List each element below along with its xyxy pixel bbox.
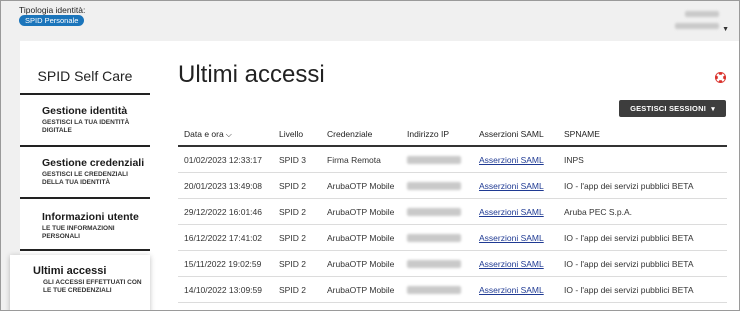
- ip-redacted: [407, 286, 461, 294]
- user-menu[interactable]: ▼: [671, 9, 729, 35]
- table-row: 16/12/2022 17:41:02 SPID 2 ArubaOTP Mobi…: [178, 225, 727, 251]
- user-name-redacted: [685, 11, 719, 17]
- sidebar-item-label: Ultimi accessi: [33, 265, 107, 277]
- cell-date: 20/01/2023 13:49:08: [184, 181, 262, 191]
- column-header-saml: Asserzioni SAML: [479, 129, 544, 139]
- chevron-down-icon[interactable]: ▼: [722, 26, 729, 33]
- ip-redacted: [407, 208, 461, 216]
- table-row: 15/11/2022 19:02:59 SPID 2 ArubaOTP Mobi…: [178, 251, 727, 277]
- cell-date: 29/12/2022 16:01:46: [184, 207, 262, 217]
- cell-level: SPID 2: [279, 285, 306, 295]
- column-header-level: Livello: [279, 129, 304, 139]
- cell-level: SPID 2: [279, 233, 306, 243]
- table-row: 20/01/2023 13:49:08 SPID 2 ArubaOTP Mobi…: [178, 173, 727, 199]
- cell-date: 15/11/2022 19:02:59: [184, 259, 262, 269]
- column-header-spname: SPNAME: [564, 129, 600, 139]
- column-header-date[interactable]: Data e ora ⌵: [184, 121, 232, 148]
- table-row: 29/12/2022 16:01:46 SPID 2 ArubaOTP Mobi…: [178, 199, 727, 225]
- sidebar-item-desc: GESTISCI LE CREDENZIALI DELLA TUA IDENTI…: [42, 171, 128, 186]
- app-frame: Tipologia identità: SPID Personale ▼ SPI…: [0, 0, 740, 311]
- help-lifebuoy-icon[interactable]: [714, 71, 727, 84]
- sidebar-item-desc: LE TUE INFORMAZIONI PERSONALI: [42, 225, 115, 240]
- content-panel: SPID Self Care Gestione identità GESTISC…: [10, 41, 739, 310]
- cell-level: SPID 3: [279, 155, 306, 165]
- sidebar-item-gestione-identita[interactable]: Gestione identità GESTISCI LA TUA IDENTI…: [20, 95, 150, 147]
- cell-credential: ArubaOTP Mobile: [327, 285, 395, 295]
- sidebar-item-ultimi-accessi[interactable]: Ultimi accessi GLI ACCESSI EFFETTUATI CO…: [10, 255, 150, 310]
- column-header-credential: Credenziale: [327, 129, 373, 139]
- cell-level: SPID 2: [279, 259, 306, 269]
- chevron-down-icon: ▾: [711, 106, 715, 113]
- main-content: Ultimi accessi GESTISCI SESSIONI ▾ Data …: [178, 41, 739, 310]
- gestisci-sessioni-button[interactable]: GESTISCI SESSIONI ▾: [619, 100, 726, 117]
- cell-credential: ArubaOTP Mobile: [327, 233, 395, 243]
- gestisci-sessioni-label: GESTISCI SESSIONI: [630, 104, 706, 113]
- cell-date: 14/10/2022 13:09:59: [184, 285, 262, 295]
- table-row: 01/02/2023 12:33:17 SPID 3 Firma Remota …: [178, 147, 727, 173]
- cell-level: SPID 2: [279, 207, 306, 217]
- cell-credential: ArubaOTP Mobile: [327, 181, 395, 191]
- cell-spname: Aruba PEC S.p.A.: [564, 207, 633, 217]
- cell-spname: IO - l'app dei servizi pubblici BETA: [564, 285, 694, 295]
- top-bar: Tipologia identità: SPID Personale ▼: [1, 1, 739, 41]
- sidebar: SPID Self Care Gestione identità GESTISC…: [10, 41, 150, 310]
- sidebar-item-desc: GLI ACCESSI EFFETTUATI CON LE TUE CREDEN…: [43, 279, 142, 294]
- table-row: 14/10/2022 13:09:59 SPID 2 ArubaOTP Mobi…: [178, 277, 727, 303]
- ip-redacted: [407, 234, 461, 242]
- ip-redacted: [407, 156, 461, 164]
- saml-assertions-link[interactable]: Asserzioni SAML: [479, 199, 544, 225]
- access-log-table: Data e ora ⌵ Livello Credenziale Indirizz…: [178, 121, 727, 303]
- column-header-ip: Indirizzo IP: [407, 129, 450, 139]
- ip-redacted: [407, 260, 461, 268]
- cell-level: SPID 2: [279, 181, 306, 191]
- cell-date: 01/02/2023 12:33:17: [184, 155, 262, 165]
- column-header-label: Data e ora: [184, 129, 224, 139]
- cell-spname: IO - l'app dei servizi pubblici BETA: [564, 259, 694, 269]
- sidebar-item-desc: GESTISCI LA TUA IDENTITÀ DIGITALE: [42, 119, 130, 134]
- saml-assertions-link[interactable]: Asserzioni SAML: [479, 277, 544, 303]
- saml-assertions-link[interactable]: Asserzioni SAML: [479, 225, 544, 251]
- sidebar-item-informazioni-utente[interactable]: Informazioni utente LE TUE INFORMAZIONI …: [20, 199, 150, 251]
- cell-credential: Firma Remota: [327, 155, 381, 165]
- sidebar-title: SPID Self Care: [37, 68, 133, 84]
- cell-spname: IO - l'app dei servizi pubblici BETA: [564, 181, 694, 191]
- saml-assertions-link[interactable]: Asserzioni SAML: [479, 251, 544, 277]
- cell-credential: ArubaOTP Mobile: [327, 259, 395, 269]
- sort-chevron-icon: ⌵: [225, 130, 232, 139]
- page-title: Ultimi accessi: [178, 61, 325, 88]
- sidebar-item-label: Gestione identità: [42, 105, 128, 117]
- user-info-redacted: [675, 23, 719, 29]
- sidebar-item-label: Informazioni utente: [42, 211, 139, 223]
- spid-type-badge: SPID Personale: [19, 15, 85, 26]
- saml-assertions-link[interactable]: Asserzioni SAML: [479, 147, 544, 173]
- sidebar-item-label: Gestione credenziali: [42, 157, 145, 169]
- cell-credential: ArubaOTP Mobile: [327, 207, 395, 217]
- cell-spname: IO - l'app dei servizi pubblici BETA: [564, 233, 694, 243]
- tipologia-label: Tipologia identità:: [19, 5, 86, 15]
- ip-redacted: [407, 182, 461, 190]
- cell-date: 16/12/2022 17:41:02: [184, 233, 262, 243]
- sidebar-item-gestione-credenziali[interactable]: Gestione credenziali GESTISCI LE CREDENZ…: [20, 147, 150, 199]
- saml-assertions-link[interactable]: Asserzioni SAML: [479, 173, 544, 199]
- table-header: Data e ora ⌵ Livello Credenziale Indirizz…: [178, 121, 727, 147]
- cell-spname: INPS: [564, 155, 584, 165]
